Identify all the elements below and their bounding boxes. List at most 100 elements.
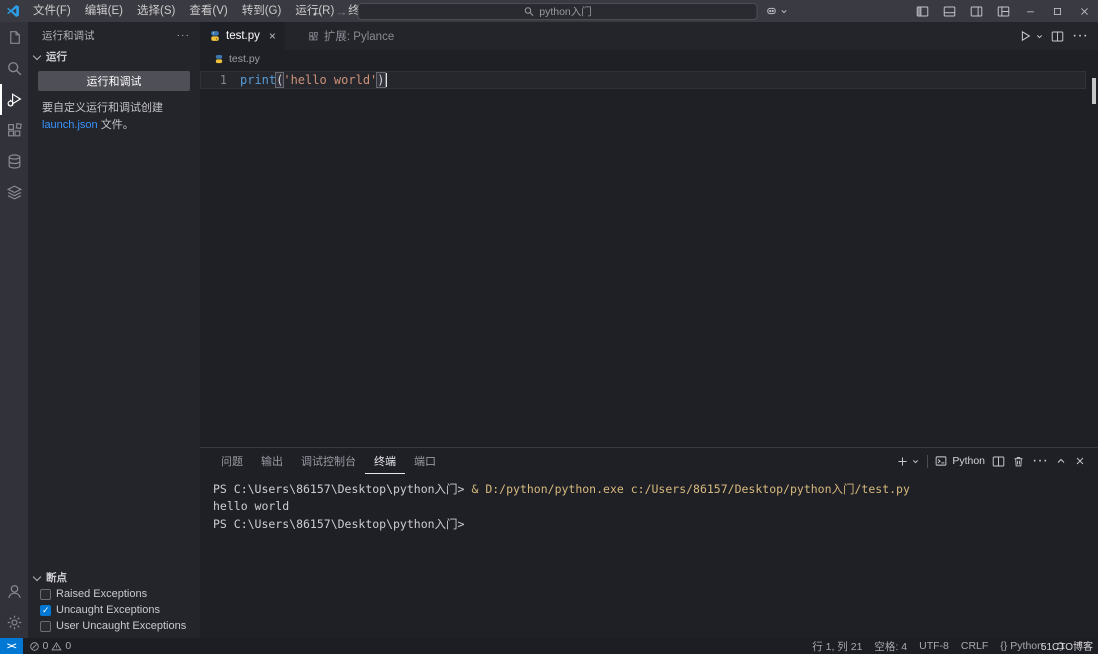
minimize-button[interactable] — [1017, 0, 1044, 22]
toggle-panel-icon[interactable] — [936, 0, 963, 22]
split-editor-icon[interactable] — [1047, 25, 1067, 47]
split-terminal-icon[interactable] — [992, 455, 1005, 468]
warnings-icon — [51, 641, 63, 652]
terminal-instance-label: Python — [952, 455, 986, 467]
copilot-menu[interactable] — [766, 5, 789, 17]
sidebar-header: 运行和调试 ··· — [28, 22, 200, 48]
run-dropdown-icon[interactable] — [1034, 25, 1044, 47]
indentation-status[interactable]: 空格: 4 — [868, 639, 913, 654]
cursor-position-status[interactable]: 行 1, 列 21 — [806, 639, 868, 654]
explorer-icon[interactable] — [0, 22, 28, 53]
editor-tab-bar: test.py × 扩展: Pylance ··· — [200, 22, 1098, 50]
user-uncaught-exceptions-checkbox[interactable] — [40, 620, 51, 632]
uncaught-exceptions-checkbox[interactable] — [40, 604, 51, 616]
command-center-search[interactable]: python入门 — [357, 2, 758, 20]
breakpoint-row: Uncaught Exceptions — [28, 602, 200, 618]
history-back-icon[interactable]: ← — [310, 4, 326, 19]
language-label: Python — [1010, 640, 1043, 652]
tab-label: test.py — [226, 30, 260, 42]
customize-layout-icon[interactable] — [990, 0, 1017, 22]
run-and-debug-button[interactable]: 运行和调试 — [38, 71, 190, 91]
maximize-button[interactable] — [1044, 0, 1071, 22]
notifications-bell-icon[interactable] — [1049, 641, 1072, 652]
breadcrumb[interactable]: test.py — [200, 50, 1098, 68]
python-icon — [209, 30, 221, 42]
close-window-button[interactable] — [1071, 0, 1098, 22]
remote-indicator[interactable]: >< — [0, 638, 23, 654]
database-icon[interactable] — [0, 146, 28, 177]
run-section-header[interactable]: 运行 — [28, 48, 200, 65]
run-and-debug-icon[interactable] — [0, 84, 28, 115]
activity-bar-spacer — [0, 208, 28, 576]
breakpoints-section-header[interactable]: 断点 — [28, 569, 200, 586]
kill-terminal-icon[interactable] — [1012, 455, 1025, 468]
sidebar-more-actions-icon[interactable]: ··· — [177, 29, 191, 41]
panel-more-actions-icon[interactable]: ··· — [1032, 452, 1048, 470]
terminal-line: PS C:\Users\86157\Desktop\python入门> — [213, 516, 1098, 533]
chevron-down-icon — [32, 51, 42, 60]
extensions-icon[interactable] — [0, 115, 28, 146]
history-forward-icon[interactable]: → — [334, 4, 350, 19]
menu-edit[interactable]: 编辑(E) — [78, 0, 130, 22]
toggle-primary-sidebar-icon[interactable] — [909, 0, 936, 22]
extensions-icon — [308, 31, 319, 42]
vscode-logo-icon — [0, 4, 26, 18]
menu-go[interactable]: 转到(G) — [235, 0, 289, 22]
raised-exceptions-checkbox[interactable] — [40, 588, 51, 600]
more-actions-icon[interactable]: ··· — [1070, 25, 1090, 47]
tab-problems[interactable]: 问题 — [212, 448, 252, 474]
title-bar: 文件(F) 编辑(E) 选择(S) 查看(V) 转到(G) 运行(R) 终端(T… — [0, 0, 1098, 22]
chevron-down-icon — [32, 572, 42, 581]
layers-icon[interactable] — [0, 177, 28, 208]
breakpoint-row: User Uncaught Exceptions — [28, 618, 200, 634]
problems-status[interactable]: 0 0 — [23, 640, 78, 652]
tab-output[interactable]: 输出 — [252, 448, 292, 474]
editor-group: test.py × 扩展: Pylance ··· test.py 1 prin… — [200, 22, 1098, 638]
account-icon[interactable] — [0, 576, 28, 607]
search-icon[interactable] — [0, 53, 28, 84]
status-bar: >< 0 0 行 1, 列 21 空格: 4 UTF-8 CRLF {} Pyt… — [0, 638, 1098, 654]
breakpoint-row: Raised Exceptions — [28, 586, 200, 602]
terminal-prompt: PS C:\Users\86157\Desktop\python入门> — [213, 482, 465, 496]
breakpoint-label: User Uncaught Exceptions — [56, 620, 187, 632]
settings-gear-icon[interactable] — [0, 607, 28, 638]
eol-status[interactable]: CRLF — [955, 640, 994, 652]
run-python-file-button[interactable] — [1015, 25, 1035, 47]
menu-view[interactable]: 查看(V) — [182, 0, 234, 22]
sidebar-title: 运行和调试 — [42, 29, 95, 42]
terminal-instance-item[interactable]: Python — [935, 455, 985, 467]
python-icon — [214, 54, 224, 64]
language-status[interactable]: {} Python — [994, 640, 1049, 652]
encoding-status[interactable]: UTF-8 — [913, 640, 955, 652]
launch-hint-text: 要自定义运行和调试创建 launch.json 文件。 — [28, 93, 200, 134]
warnings-count: 0 — [65, 640, 72, 652]
tab-debug-console[interactable]: 调试控制台 — [292, 448, 365, 474]
errors-icon — [29, 641, 40, 652]
tab-extension-pylance[interactable]: 扩展: Pylance — [299, 22, 403, 50]
maximize-panel-icon[interactable] — [1055, 455, 1067, 467]
breadcrumb-item[interactable]: test.py — [229, 53, 260, 65]
tab-terminal[interactable]: 终端 — [365, 448, 405, 474]
terminal-line: PS C:\Users\86157\Desktop\python入门> & D:/… — [213, 481, 1098, 498]
breakpoint-label: Raised Exceptions — [56, 588, 148, 600]
braces-icon: {} — [1000, 640, 1008, 652]
terminal-output[interactable]: PS C:\Users\86157\Desktop\python入门> & D:/… — [200, 474, 1098, 638]
menu-selection[interactable]: 选择(S) — [130, 0, 182, 22]
search-query: python入门 — [539, 5, 592, 18]
close-panel-icon[interactable] — [1074, 455, 1086, 467]
code-editor[interactable]: 1 print('hello world') — [200, 68, 1098, 447]
menu-file[interactable]: 文件(F) — [26, 0, 78, 22]
editor-actions: ··· — [1015, 22, 1098, 50]
tab-test-py[interactable]: test.py × — [200, 22, 285, 50]
terminal-profile-dropdown-icon[interactable] — [911, 457, 920, 466]
chevron-down-icon — [780, 7, 789, 16]
code-token-function: print — [240, 73, 277, 87]
title-bar-controls — [909, 0, 1098, 22]
tab-ports[interactable]: 端口 — [405, 448, 445, 474]
command-center: ← → python入门 — [310, 0, 789, 22]
launch-json-link[interactable]: launch.json — [42, 119, 98, 131]
workbench: 运行和调试 ··· 运行 运行和调试 要自定义运行和调试创建 launch.js… — [0, 22, 1098, 638]
new-terminal-icon[interactable] — [896, 455, 909, 468]
toggle-secondary-sidebar-icon[interactable] — [963, 0, 990, 22]
close-tab-icon[interactable]: × — [269, 29, 276, 43]
